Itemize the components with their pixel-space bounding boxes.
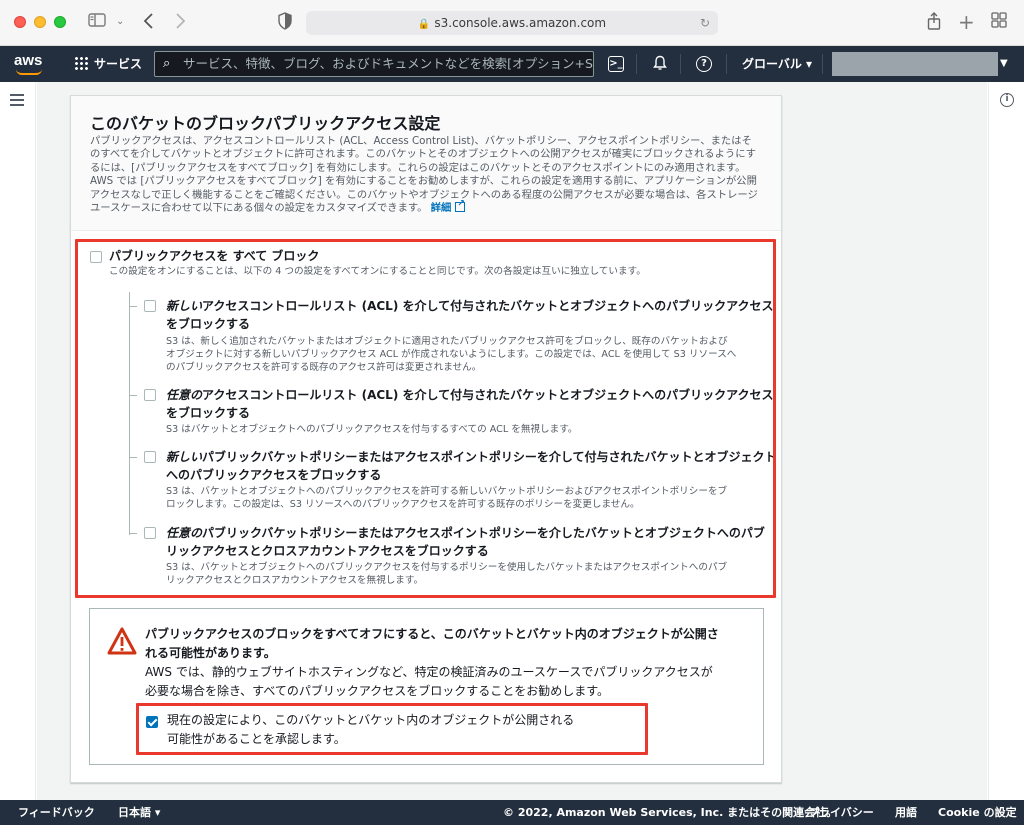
copyright-text: © 2022, Amazon Web Services, Inc. またはその関…: [503, 806, 838, 819]
share-icon[interactable]: [927, 12, 941, 35]
bell-icon[interactable]: [651, 55, 669, 73]
options-highlight: [75, 239, 776, 598]
sidebar-icon[interactable]: [88, 12, 106, 33]
region-selector[interactable]: グローバル ▾: [742, 55, 812, 73]
warning-title: パブリックアクセスのブロックをすべてオフにすると、このバケットとバケット内のオブ…: [145, 627, 719, 660]
grid-icon: [74, 56, 88, 70]
terms-link[interactable]: 用語: [895, 800, 917, 825]
back-icon[interactable]: [143, 12, 155, 35]
browser-window: ⌄ 🔒 s3.console.aws.amazon.com ↻ + aws サービ…: [0, 0, 1024, 825]
warning-icon: [107, 627, 137, 655]
address-bar[interactable]: 🔒 s3.console.aws.amazon.com ↻: [306, 11, 718, 35]
reload-icon[interactable]: ↻: [700, 11, 710, 35]
url-text: s3.console.aws.amazon.com: [434, 16, 607, 30]
public-access-warning: パブリックアクセスのブロックをすべてオフにすると、このバケットとバケット内のオブ…: [89, 608, 764, 765]
chevron-down-icon[interactable]: ⌄: [116, 12, 124, 32]
right-rail: i: [988, 82, 1024, 800]
zoom-window-button[interactable]: [54, 16, 66, 28]
language-selector[interactable]: 日本語 ▾: [118, 800, 160, 825]
minimize-window-button[interactable]: [34, 16, 46, 28]
acknowledge-highlight: [136, 703, 648, 755]
search-input[interactable]: ⌕ サービス、特徴、ブログ、およびドキュメントなどを検索[オプション+S]: [154, 51, 594, 77]
cloudshell-icon[interactable]: >_: [608, 56, 624, 72]
lock-icon: 🔒: [417, 19, 431, 30]
page-title: このバケットのブロックパブリックアクセス設定: [90, 114, 441, 133]
close-window-button[interactable]: [14, 16, 26, 28]
warning-body: AWS では、静的ウェブサイトホスティングなど、特定の検証済みのユースケースでパ…: [145, 665, 713, 698]
forward-icon[interactable]: [174, 12, 186, 35]
external-link-icon[interactable]: [455, 198, 466, 213]
privacy-link[interactable]: プライバシー: [808, 800, 874, 825]
aws-top-nav: aws サービス ⌕ サービス、特徴、ブログ、およびドキュメントなどを検索[オプ…: [0, 46, 1024, 82]
main-content: このバケットのブロックパブリックアクセス設定 パブリックアクセスは、アクセスコン…: [37, 82, 987, 800]
aws-logo[interactable]: aws: [14, 52, 48, 76]
search-placeholder: サービス、特徴、ブログ、およびドキュメントなどを検索: [183, 56, 508, 71]
panel-description: パブリックアクセスは、アクセスコントロールリスト (ACL、Access Con…: [90, 135, 762, 215]
footer: フィードバック 日本語 ▾ © 2022, Amazon Web Service…: [0, 800, 1024, 825]
search-icon: ⌕: [163, 56, 171, 71]
tab-overview-icon[interactable]: [991, 12, 1007, 33]
account-menu[interactable]: [832, 52, 998, 76]
panel-header: このバケットのブロックパブリックアクセス設定 パブリックアクセスは、アクセスコン…: [71, 96, 781, 231]
new-tab-icon[interactable]: +: [958, 12, 975, 32]
search-shortcut: [オプション+S]: [507, 56, 594, 71]
panel-description-text: パブリックアクセスは、アクセスコントロールリスト (ACL、Access Con…: [90, 135, 758, 215]
account-caret-icon[interactable]: ▼: [1000, 55, 1008, 73]
cookie-settings-link[interactable]: Cookie の設定: [938, 800, 1017, 825]
feedback-link[interactable]: フィードバック: [18, 800, 95, 825]
details-link[interactable]: 詳細: [431, 202, 452, 214]
hamburger-menu-icon[interactable]: [10, 94, 24, 106]
info-icon[interactable]: i: [1000, 93, 1014, 107]
left-rail: [0, 82, 36, 800]
help-icon[interactable]: ?: [696, 56, 712, 72]
shield-icon[interactable]: [278, 12, 292, 35]
services-label: サービス: [94, 57, 143, 71]
services-menu-button[interactable]: サービス: [74, 55, 142, 73]
browser-toolbar: ⌄ 🔒 s3.console.aws.amazon.com ↻ +: [0, 0, 1024, 46]
